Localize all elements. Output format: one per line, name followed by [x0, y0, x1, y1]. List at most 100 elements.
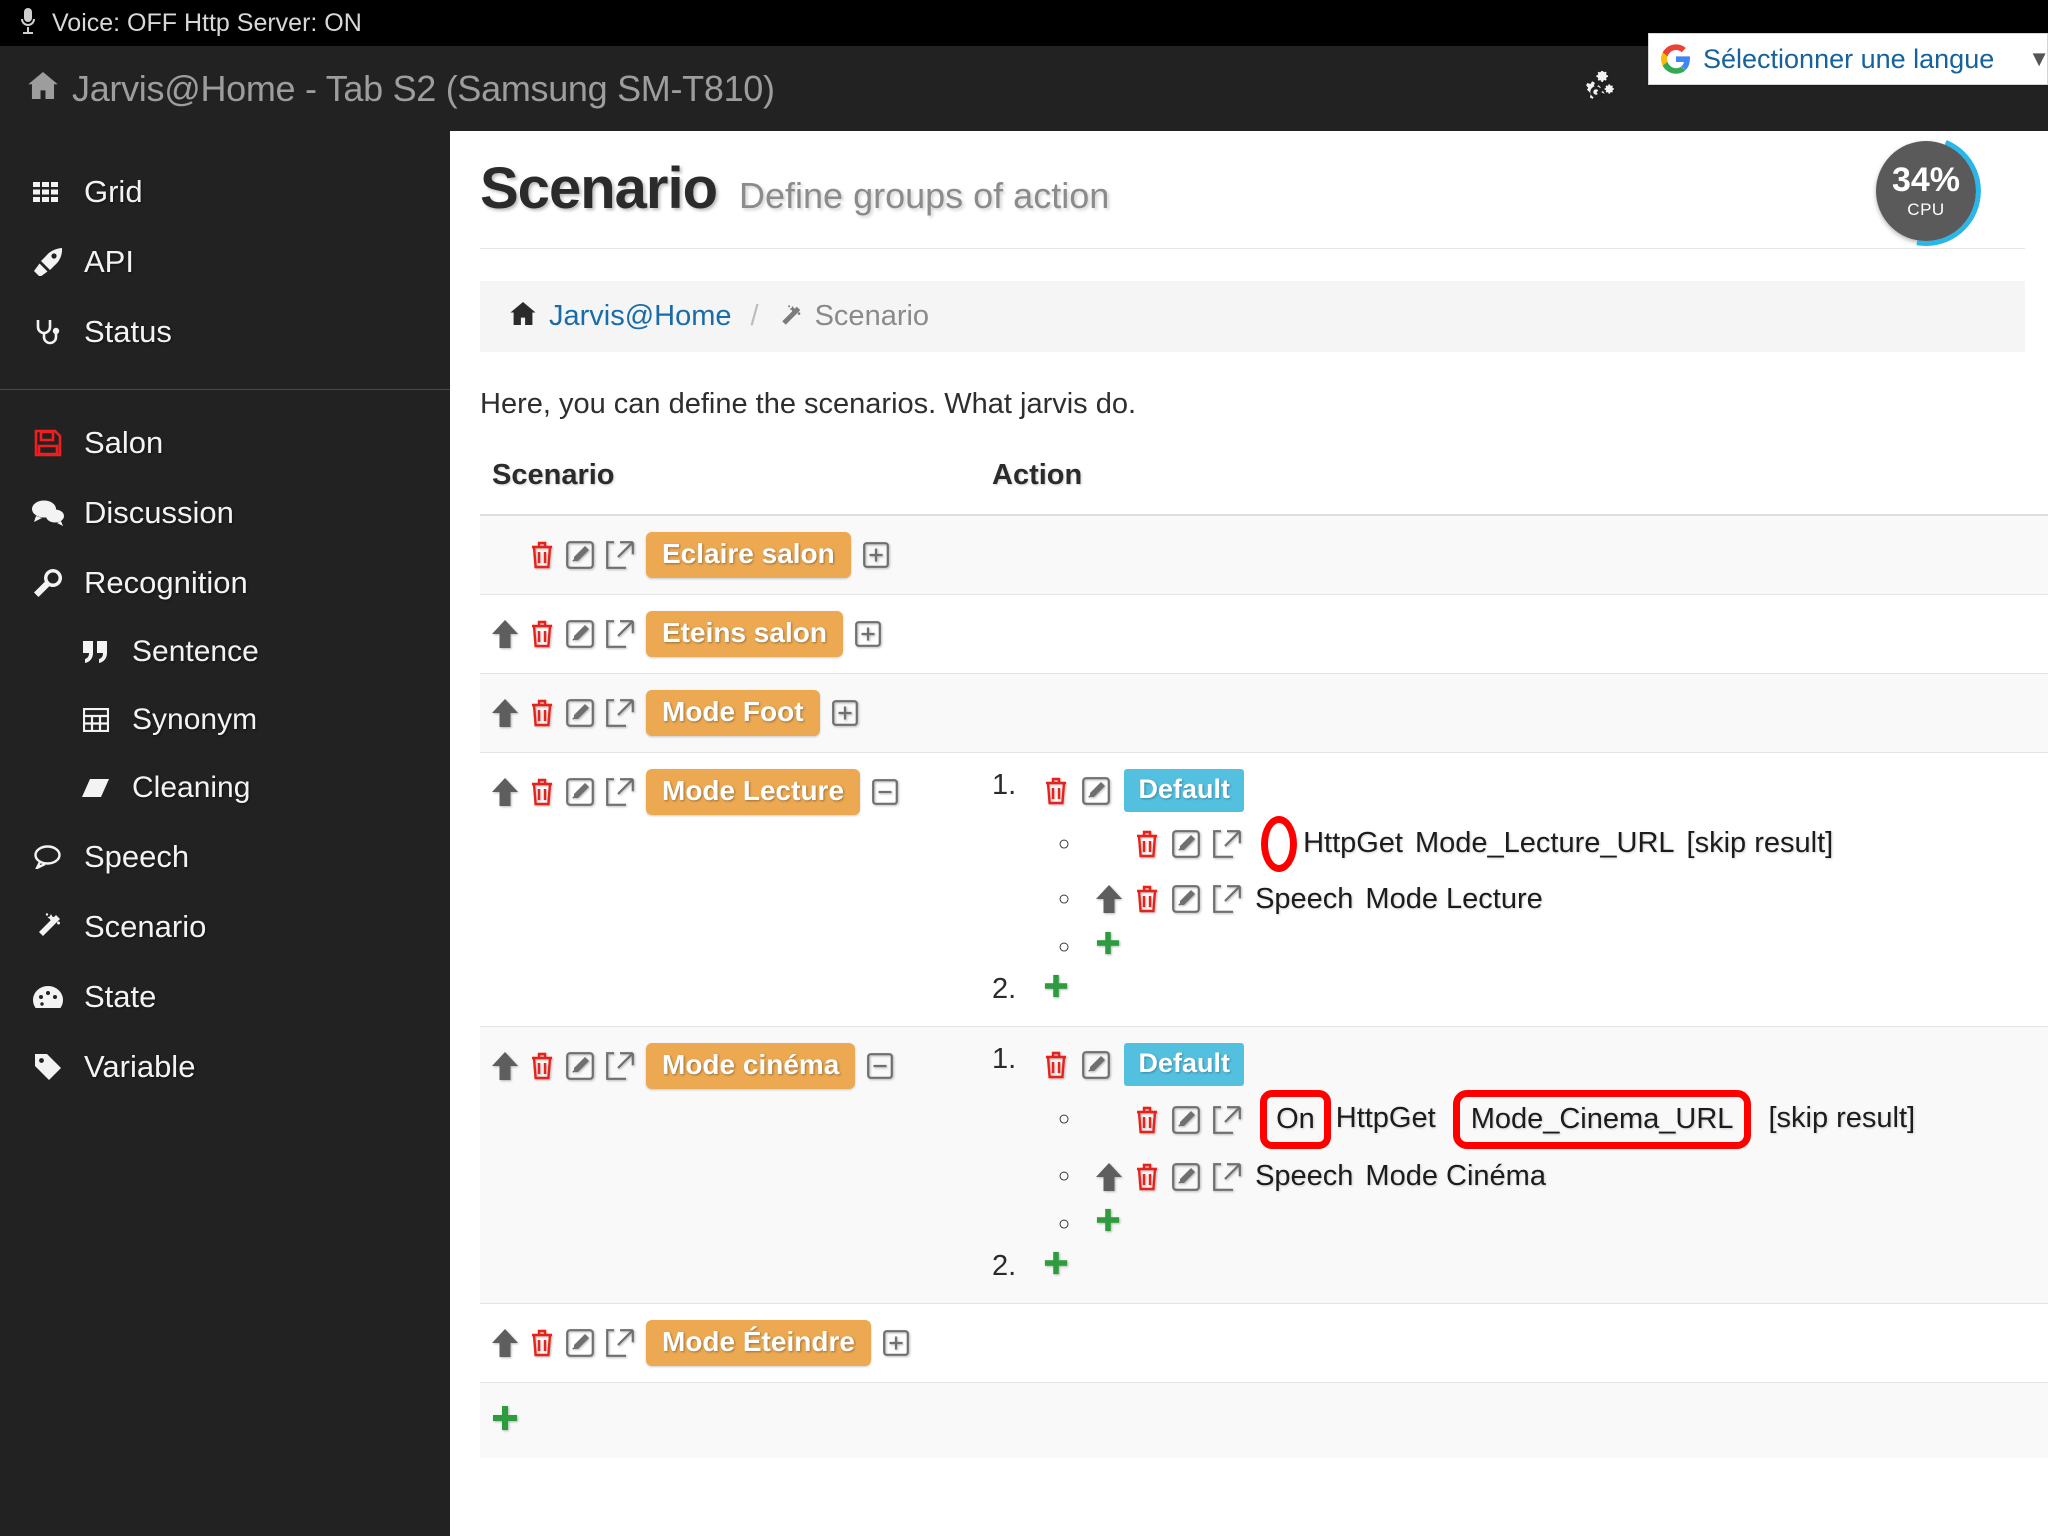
move-up-icon[interactable] — [1096, 885, 1123, 914]
plus-square-icon[interactable] — [831, 700, 858, 726]
open-icon[interactable] — [606, 541, 634, 569]
sidebar-item-discussion[interactable]: Discussion — [0, 478, 450, 548]
edit-icon[interactable] — [1172, 1105, 1200, 1134]
move-up-icon[interactable] — [492, 620, 518, 648]
plus-icon[interactable] — [1096, 1208, 1120, 1232]
sidebar-item-cleaning[interactable]: Cleaning — [0, 754, 450, 822]
breadcrumb-home-link[interactable]: Jarvis@Home — [549, 300, 732, 333]
plus-icon[interactable] — [1044, 974, 1068, 998]
action-default-badge[interactable]: Default — [1124, 769, 1244, 812]
move-up-icon[interactable] — [492, 699, 518, 727]
action-add-row: 2. — [992, 973, 2048, 1006]
sidebar-group-top: Grid API Status — [0, 139, 450, 390]
delete-icon[interactable] — [530, 699, 554, 727]
plus-icon[interactable] — [492, 1405, 518, 1431]
plus-icon[interactable] — [1096, 931, 1120, 955]
scenario-badge[interactable]: Mode cinéma — [646, 1043, 856, 1090]
step-suffix: [skip result] — [1768, 1102, 1916, 1135]
chevron-down-icon[interactable]: ▼ — [2018, 46, 2048, 72]
sidebar-item-variable[interactable]: Variable — [0, 1032, 450, 1102]
scenario-badge[interactable]: Mode Lecture — [646, 769, 861, 815]
delete-icon[interactable] — [530, 620, 554, 648]
delete-icon[interactable] — [1044, 777, 1068, 805]
cpu-label: CPU — [1907, 199, 1945, 219]
open-icon[interactable] — [606, 699, 634, 727]
edit-icon[interactable] — [1082, 1050, 1111, 1079]
scenario-badge[interactable]: Mode Foot — [646, 690, 820, 736]
step-text: On HttpGet Mode_Cinema_URL [skip result] — [1255, 1090, 1916, 1150]
open-icon[interactable] — [1213, 885, 1241, 914]
step-suffix: [skip result] — [1686, 826, 1834, 859]
scenario-cell: Mode Lecture — [480, 752, 980, 1028]
plus-square-icon[interactable] — [862, 542, 889, 568]
quote-icon — [78, 641, 114, 663]
action-default-badge[interactable]: Default — [1124, 1043, 1244, 1087]
tag-icon — [30, 1053, 66, 1081]
delete-icon[interactable] — [530, 541, 554, 569]
move-up-icon[interactable] — [1096, 1162, 1123, 1191]
open-icon[interactable] — [1213, 1105, 1241, 1134]
action-cell: 1. Default ○ On HttpGet Mode_Cinema_URL [sk… — [980, 1026, 2048, 1305]
sidebar-item-grid[interactable]: Grid — [0, 157, 450, 227]
sidebar-item-sentence[interactable]: Sentence — [0, 618, 450, 686]
open-icon[interactable] — [1213, 830, 1241, 858]
sidebar-item-speech[interactable]: Speech — [0, 822, 450, 892]
delete-icon[interactable] — [1135, 1163, 1159, 1191]
sidebar-item-label: Sentence — [132, 635, 259, 668]
sidebar-item-recognition[interactable]: Recognition — [0, 548, 450, 618]
delete-icon[interactable] — [530, 1329, 554, 1357]
sidebar-item-synonym[interactable]: Synonym — [0, 686, 450, 754]
open-icon[interactable] — [606, 620, 634, 648]
minus-square-icon[interactable] — [872, 779, 898, 805]
move-up-icon[interactable] — [492, 778, 518, 806]
sidebar-item-status[interactable]: Status — [0, 297, 450, 367]
scenario-badge[interactable]: Mode Éteindre — [646, 1320, 871, 1367]
table-row: Mode Éteindre — [480, 1303, 2048, 1384]
sidebar-item-scenario[interactable]: Scenario — [0, 892, 450, 962]
open-icon[interactable] — [606, 1052, 634, 1080]
edit-icon[interactable] — [1172, 885, 1200, 914]
cogs-icon[interactable] — [1585, 70, 1623, 107]
sidebar-item-api[interactable]: API — [0, 227, 450, 297]
language-selector[interactable]: Sélectionner une langue ▼ — [1648, 33, 2048, 85]
edit-icon[interactable] — [1172, 1162, 1200, 1191]
edit-icon[interactable] — [566, 541, 594, 569]
open-icon[interactable] — [606, 778, 634, 806]
step-command: Speech — [1255, 882, 1354, 915]
edit-icon[interactable] — [1172, 830, 1200, 858]
delete-icon[interactable] — [1135, 1106, 1159, 1134]
delete-icon[interactable] — [1135, 830, 1159, 858]
move-up-icon[interactable] — [492, 1329, 518, 1358]
open-icon[interactable] — [1213, 1162, 1241, 1191]
table-row: Mode cinéma 1. Default ○ On HttpGet Mode_C… — [480, 1026, 2048, 1305]
open-icon[interactable] — [606, 1329, 634, 1358]
minus-square-icon[interactable] — [867, 1053, 894, 1079]
table-header: Scenario Action — [480, 459, 2048, 516]
scenario-badge[interactable]: Eteins salon — [646, 611, 843, 657]
move-up-icon[interactable] — [492, 1052, 518, 1081]
column-header-action: Action — [980, 459, 2048, 516]
edit-icon[interactable] — [566, 1329, 594, 1358]
sidebar-item-state[interactable]: State — [0, 962, 450, 1032]
step-text: HttpGet Mode_Lecture_URL [skip result] — [1255, 816, 1834, 872]
edit-icon[interactable] — [566, 1052, 594, 1080]
sidebar-item-salon[interactable]: Salon — [0, 408, 450, 478]
edit-icon[interactable] — [1082, 776, 1111, 805]
list-bullet: ○ — [1058, 888, 1071, 911]
step-param: Mode_Lecture_URL — [1415, 826, 1675, 859]
eraser-icon — [78, 777, 114, 799]
annotation-box-prefix: On — [1260, 1090, 1331, 1150]
edit-icon[interactable] — [566, 778, 594, 806]
scenario-badge[interactable]: Eclaire salon — [646, 532, 851, 578]
edit-icon[interactable] — [566, 699, 594, 727]
plus-icon[interactable] — [1044, 1251, 1068, 1275]
delete-icon[interactable] — [530, 1052, 554, 1080]
delete-icon[interactable] — [1135, 885, 1159, 913]
delete-icon[interactable] — [1044, 1051, 1068, 1079]
action-cell — [980, 594, 2048, 674]
annotation-oval — [1261, 816, 1298, 872]
edit-icon[interactable] — [566, 620, 594, 648]
plus-square-icon[interactable] — [883, 1330, 909, 1357]
delete-icon[interactable] — [530, 778, 554, 806]
plus-square-icon[interactable] — [855, 621, 881, 647]
